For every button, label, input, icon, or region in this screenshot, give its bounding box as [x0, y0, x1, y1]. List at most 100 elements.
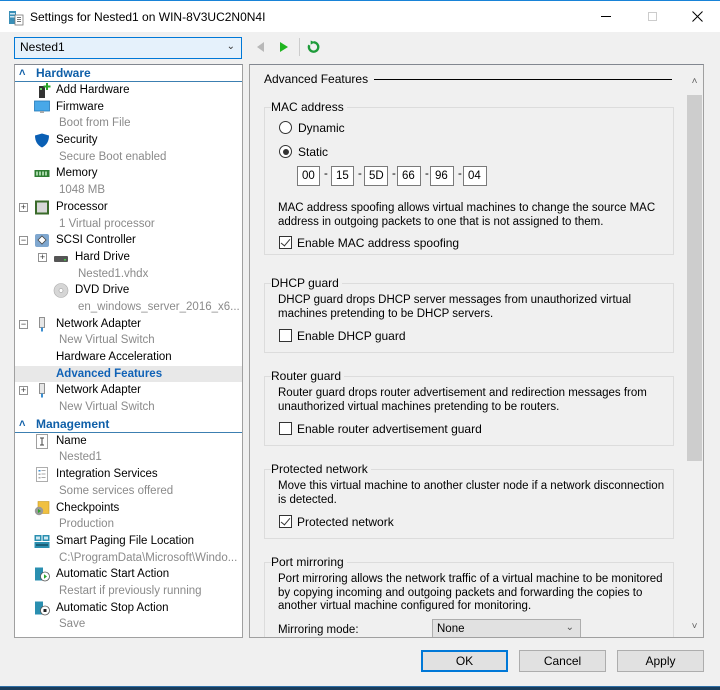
network-adapter-icon [39, 383, 45, 398]
dhcp-guard-description: DHCP guard drops DHCP server messages fr… [278, 294, 632, 320]
refresh-icon[interactable] [306, 39, 321, 55]
integration-services-icon [36, 467, 48, 483]
mac-separator: - [358, 168, 362, 180]
dynamic-radio[interactable] [279, 121, 292, 134]
tree-item-network-adapter-2[interactable]: + Network Adapter [15, 382, 242, 399]
tree-item-sub: 1 Virtual processor [59, 217, 155, 230]
mirroring-mode-value: None [437, 623, 465, 635]
triangle-right-icon[interactable] [277, 40, 291, 54]
router-guard-group: Router guard Router guard drops router a… [264, 369, 674, 446]
section-header-hardware[interactable]: ˄ Hardware [15, 65, 242, 82]
scsi-controller-icon [35, 234, 49, 248]
dhcp-guard-label: Enable DHCP guard [297, 329, 406, 343]
tree-item-hard-drive[interactable]: + Hard Drive [15, 249, 242, 266]
protected-network-checkbox[interactable] [279, 515, 292, 528]
add-hardware-icon [39, 83, 51, 98]
tree-item-sub: Boot from File [59, 117, 131, 130]
triangle-left-icon[interactable] [254, 40, 268, 54]
memory-icon [34, 170, 50, 178]
protected-network-label: Protected network [297, 515, 394, 529]
static-radio[interactable] [279, 145, 292, 158]
port-mirroring-group: Port mirroring Port mirroring allows the… [264, 555, 674, 637]
advanced-features-panel: Advanced Features MAC address Dynamic St… [249, 64, 704, 638]
mac-octet-field[interactable]: 00 [297, 166, 320, 186]
tree-item-hardware-acceleration[interactable]: Hardware Acceleration [15, 349, 242, 366]
panel-scrollbar[interactable]: ˄ ˅ [686, 74, 703, 637]
settings-tree: ˄ Hardware Add Hardware Firmware Boot fr… [14, 64, 243, 638]
expand-icon[interactable]: + [19, 202, 28, 212]
router-guard-label: Enable router advertisement guard [297, 422, 482, 436]
title-bar: Settings for Nested1 on WIN-8V3UC2N0N4I [0, 0, 720, 32]
tree-item-checkpoints[interactable]: Checkpoints [15, 500, 242, 517]
mac-separator: - [324, 168, 328, 180]
group-title: Port mirroring [271, 555, 347, 569]
tree-item-memory[interactable]: Memory [15, 165, 242, 182]
scroll-down-arrow-icon[interactable]: ˅ [686, 621, 703, 635]
router-guard-description: Router guard drops router advertisement … [278, 387, 647, 413]
cancel-button[interactable]: Cancel [519, 650, 606, 672]
apply-button[interactable]: Apply [617, 650, 704, 672]
collapse-icon[interactable]: − [19, 319, 28, 329]
mac-octet-field[interactable]: 04 [463, 166, 487, 186]
minimize-button[interactable] [583, 1, 629, 32]
auto-stop-icon [35, 601, 50, 616]
dynamic-radio-label: Dynamic [298, 121, 345, 135]
auto-start-icon [35, 567, 50, 582]
tree-item-automatic-start-action[interactable]: Automatic Start Action [15, 566, 242, 583]
static-radio-label: Static [298, 145, 329, 159]
checkpoints-icon [34, 500, 50, 515]
expand-icon[interactable]: + [38, 252, 47, 262]
processor-icon [35, 200, 49, 215]
mac-spoofing-description: MAC address spoofing allows virtual mach… [278, 202, 656, 228]
tree-item-automatic-stop-action[interactable]: Automatic Stop Action [15, 600, 242, 617]
tree-item-sub: 1048 MB [59, 184, 106, 197]
mac-octet-field[interactable]: 5D [364, 166, 388, 186]
mac-octet-field[interactable]: 15 [331, 166, 354, 186]
expand-icon[interactable]: + [19, 386, 28, 396]
collapse-icon[interactable]: − [19, 236, 28, 246]
close-button[interactable] [674, 1, 720, 32]
tree-item-processor[interactable]: + Processor [15, 199, 242, 216]
mac-address-group: MAC address Dynamic Static 00 - 15 - 5D … [264, 100, 674, 255]
window-title: Settings for Nested1 on WIN-8V3UC2N0N4I [30, 10, 266, 24]
router-guard-checkbox[interactable] [279, 422, 292, 435]
name-icon [36, 433, 48, 449]
tree-item-advanced-features[interactable]: Advanced Features [15, 365, 242, 383]
group-title: Router guard [271, 369, 345, 383]
chevron-down-icon: ⌄ [565, 622, 574, 633]
tree-item-smart-paging[interactable]: Smart Paging File Location [15, 533, 242, 550]
tree-item-sub: Production [59, 518, 114, 531]
tree-item-add-hardware[interactable]: Add Hardware [15, 82, 242, 99]
tree-item-sub: Save [59, 618, 86, 631]
dhcp-guard-checkbox[interactable] [279, 329, 292, 342]
tree-item-dvd-drive[interactable]: DVD Drive [15, 282, 242, 299]
mirroring-mode-label: Mirroring mode: [278, 624, 359, 636]
vm-selector[interactable]: Nested1 ⌄ [14, 37, 242, 59]
panel-heading: Advanced Features [264, 72, 375, 86]
tree-item-network-adapter[interactable]: − Network Adapter [15, 316, 242, 333]
network-adapter-icon [39, 316, 45, 332]
collapse-chevron-icon: ˄ [19, 67, 26, 79]
tree-item-sub: Nested1 [59, 451, 102, 464]
tree-item-name[interactable]: Name [15, 433, 242, 450]
tree-item-sub: New Virtual Switch [59, 401, 155, 414]
dhcp-guard-group: DHCP guard DHCP guard drops DHCP server … [264, 276, 674, 353]
mac-spoofing-checkbox[interactable] [279, 236, 292, 249]
tree-item-sub: C:\ProgramData\Microsoft\Windo... [59, 551, 238, 564]
scrollbar-thumb[interactable] [687, 95, 702, 461]
mirroring-mode-select[interactable]: None ⌄ [432, 619, 581, 637]
ok-button[interactable]: OK [421, 650, 508, 672]
mac-octet-field[interactable]: 96 [430, 166, 454, 186]
scroll-up-arrow-icon[interactable]: ˄ [686, 76, 703, 90]
section-header-management[interactable]: ˄ Management [15, 416, 242, 433]
mac-octet-field[interactable]: 66 [397, 166, 421, 186]
tree-item-scsi-controller[interactable]: − SCSI Controller [15, 232, 242, 249]
minimize-icon [601, 16, 611, 17]
tree-item-integration-services[interactable]: Integration Services [15, 466, 242, 483]
maximize-icon [647, 12, 657, 21]
maximize-button[interactable] [629, 1, 675, 32]
mac-separator: - [425, 168, 429, 180]
collapse-chevron-icon: ˄ [19, 417, 26, 430]
tree-item-security[interactable]: Security [15, 132, 242, 149]
tree-item-firmware[interactable]: Firmware [15, 99, 242, 116]
